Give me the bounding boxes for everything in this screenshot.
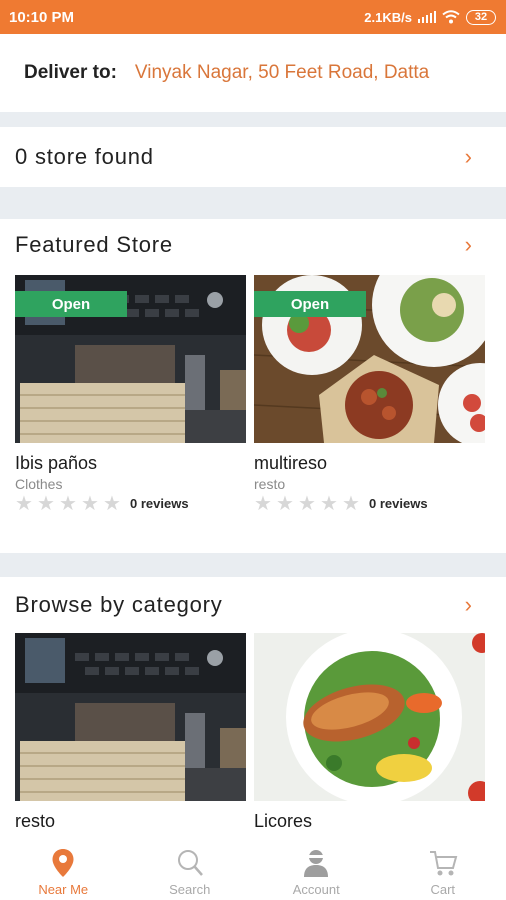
nav-cart[interactable]: Cart (393, 848, 493, 897)
category-card[interactable]: resto (15, 633, 246, 838)
open-badge: Open (254, 291, 366, 317)
open-badge: Open (15, 291, 127, 317)
deliver-to-label: Deliver to: (24, 62, 117, 83)
nav-label: Search (169, 882, 211, 897)
chevron-right-icon[interactable]: › (465, 144, 472, 170)
stores-found-row[interactable]: 0 store found › (0, 127, 506, 187)
nav-near-me[interactable]: Near Me (13, 848, 113, 897)
star-icon: ★ (320, 493, 338, 515)
network-speed: 2.1KB/s (364, 9, 412, 25)
star-icon: ★ (81, 493, 99, 515)
chevron-right-icon[interactable]: › (465, 232, 472, 258)
section-divider (0, 112, 506, 127)
store-category: Clothes (15, 476, 63, 492)
star-icon: ★ (342, 493, 360, 515)
star-icon: ★ (103, 493, 121, 515)
rating-stars: ★ ★ ★ ★ ★ (15, 494, 123, 514)
status-indicators: 2.1KB/s 32 (364, 9, 496, 25)
featured-store-header: Featured Store › (0, 219, 506, 271)
signal-icon (418, 11, 436, 23)
category-name[interactable]: Licores (254, 811, 312, 832)
featured-store-card[interactable]: Open multireso resto ★ ★ ★ ★ ★ 0 reviews (254, 275, 485, 520)
star-icon: ★ (254, 493, 272, 515)
featured-store-card[interactable]: Open Ibis paños Clothes ★ ★ ★ ★ ★ 0 revi… (15, 275, 246, 520)
nav-label: Near Me (38, 882, 89, 897)
salad-plate-image (254, 633, 485, 801)
battery-icon: 32 (466, 9, 496, 25)
review-count: 0 reviews (130, 496, 189, 511)
star-icon: ★ (37, 493, 55, 515)
category-image[interactable] (254, 633, 485, 801)
deliver-to-bar[interactable]: Deliver to: Vinyak Nagar, 50 Feet Road, … (0, 34, 506, 112)
search-icon (177, 850, 203, 876)
app-screen: 10:10 PM 2.1KB/s 32 Deliver to: Vinyak N… (0, 0, 506, 900)
category-image[interactable] (15, 633, 246, 801)
category-card[interactable]: Licores (254, 633, 485, 838)
star-icon: ★ (59, 493, 77, 515)
store-name[interactable]: multireso (254, 453, 327, 474)
store-image[interactable]: Open (254, 275, 485, 443)
nav-label: Cart (430, 882, 456, 897)
section-divider (0, 553, 506, 577)
store-category: resto (254, 476, 286, 492)
star-icon: ★ (15, 493, 33, 515)
review-count: 0 reviews (369, 496, 428, 511)
location-pin-icon (52, 849, 74, 877)
cafe-interior-image (15, 633, 246, 801)
stores-found-text: 0 store found (15, 144, 154, 169)
bottom-navigation: Near Me Search Account Cart (0, 838, 506, 900)
featured-store-title: Featured Store (15, 232, 173, 257)
store-name[interactable]: Ibis paños (15, 453, 97, 474)
delivery-address[interactable]: Vinyak Nagar, 50 Feet Road, Datta (135, 62, 429, 84)
status-bar: 10:10 PM 2.1KB/s 32 (0, 0, 506, 34)
star-icon: ★ (298, 493, 316, 515)
cart-icon (429, 851, 458, 876)
category-name[interactable]: resto (15, 811, 55, 832)
store-image[interactable]: Open (15, 275, 246, 443)
star-icon: ★ (276, 493, 294, 515)
browse-category-title: Browse by category (15, 592, 223, 617)
status-time: 10:10 PM (9, 8, 75, 26)
rating-stars: ★ ★ ★ ★ ★ (254, 494, 362, 514)
wifi-icon (442, 10, 460, 24)
section-divider (0, 187, 506, 219)
nav-label: Account (292, 882, 340, 897)
nav-account[interactable]: Account (266, 848, 366, 897)
account-icon (304, 850, 329, 877)
chevron-right-icon[interactable]: › (465, 592, 472, 618)
browse-category-header: Browse by category › (0, 577, 506, 633)
nav-search[interactable]: Search (140, 848, 240, 897)
